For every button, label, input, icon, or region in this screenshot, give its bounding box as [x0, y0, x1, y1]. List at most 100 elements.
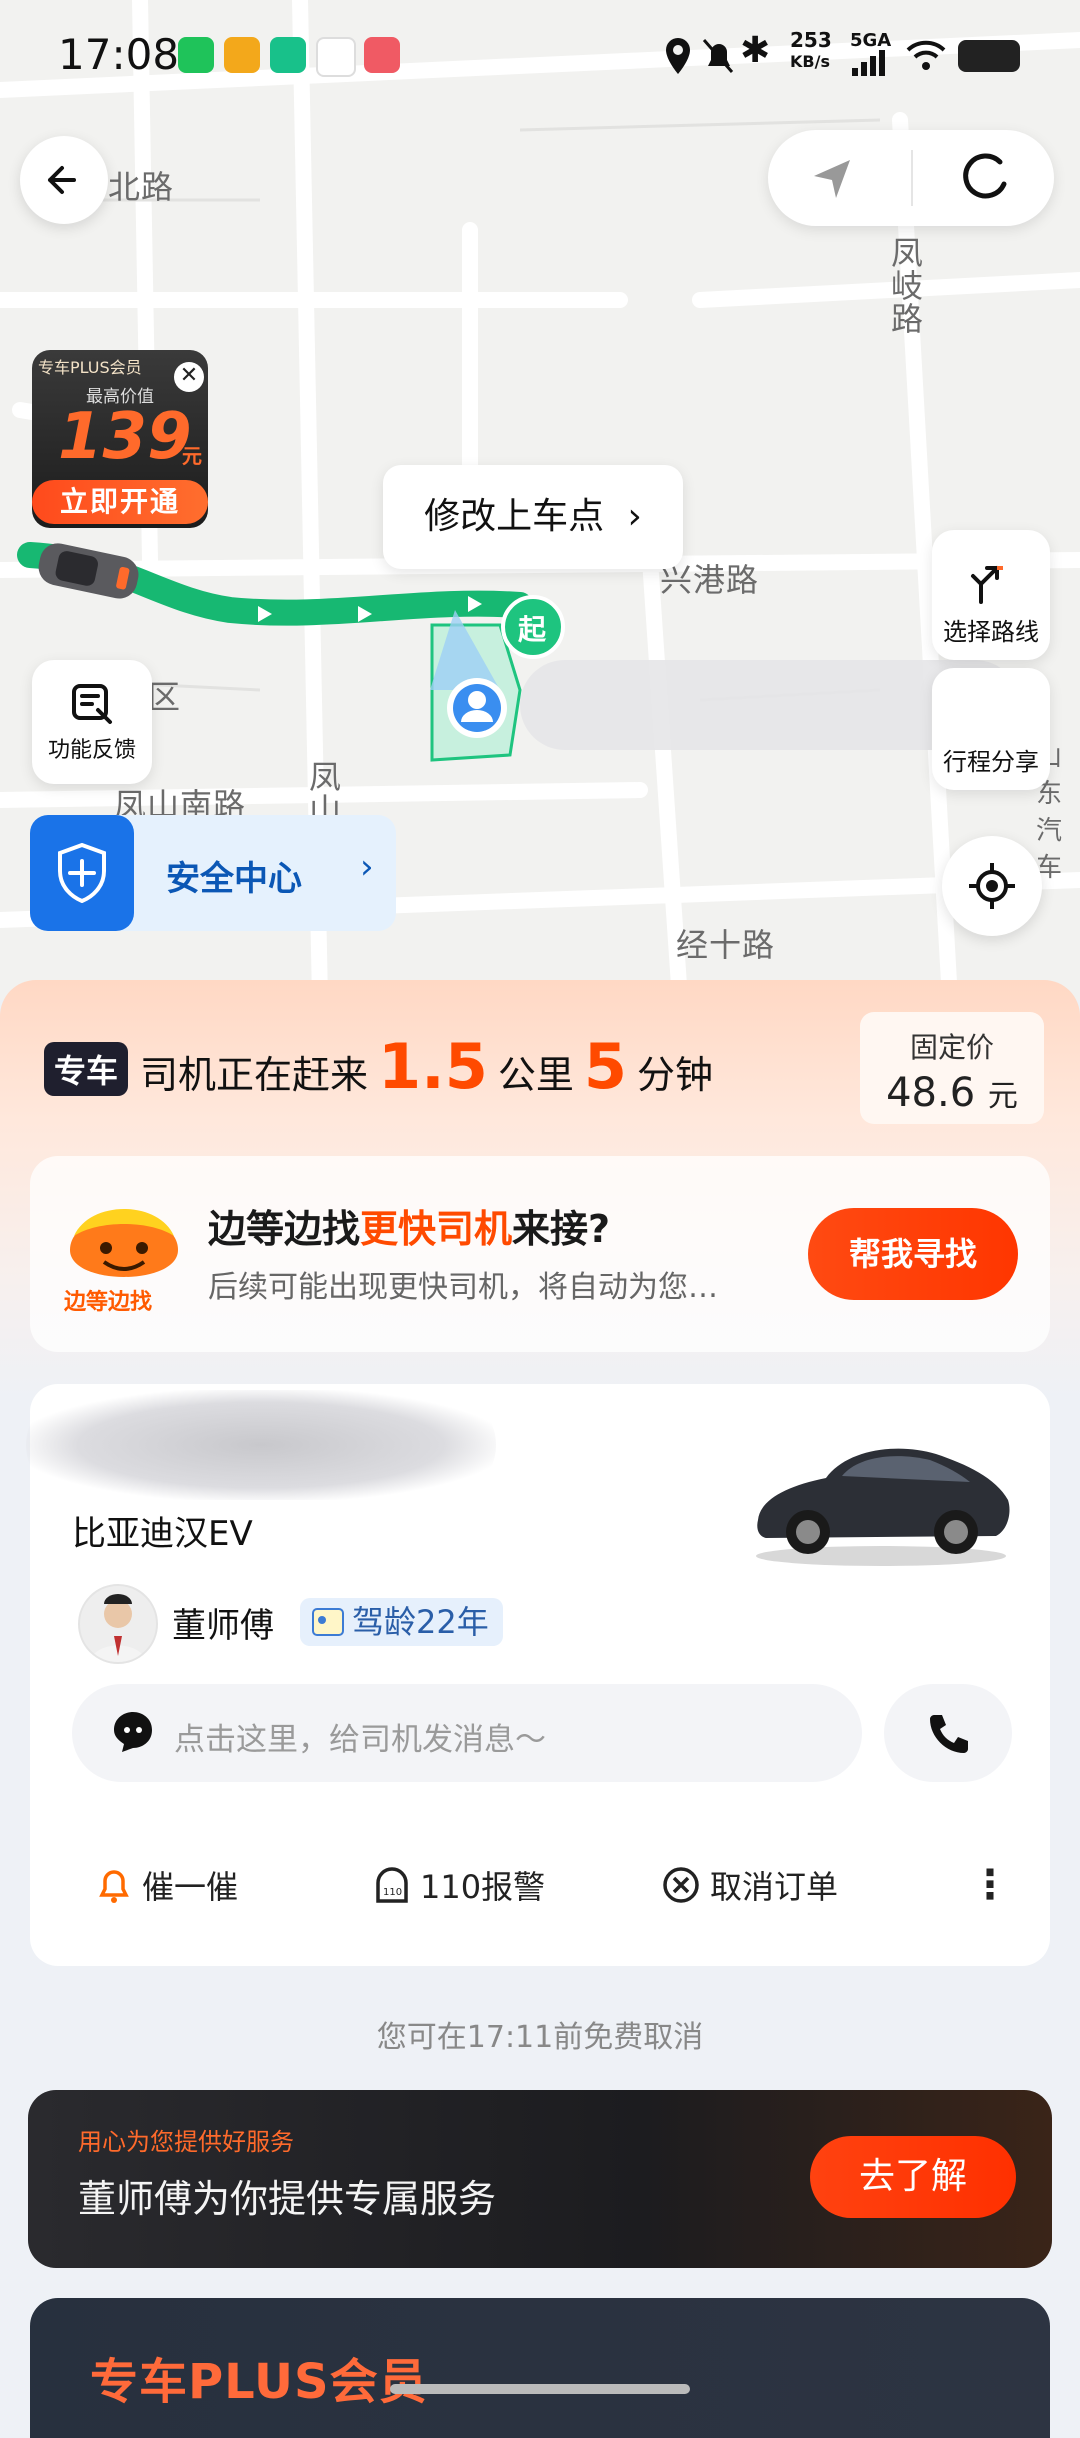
cancel-label: 取消订单: [710, 1868, 839, 1906]
mute-bell-icon: [702, 39, 734, 73]
app-icon: [270, 37, 306, 73]
clock: 17:08: [58, 30, 180, 79]
arrow-left-icon: [48, 166, 76, 194]
wait-and-find-card: 边等边找 边等边找更快司机来接? 后续可能出现更快司机，将自动为您… 帮我寻找: [30, 1156, 1050, 1352]
plus-banner-title: 专车PLUS会员: [90, 2354, 428, 2410]
feedback-button[interactable]: 功能反馈: [32, 660, 152, 784]
blurred-plate-number: [26, 1390, 496, 1500]
urge-driver-button[interactable]: 催一催: [96, 1862, 238, 1908]
plus-member-promo[interactable]: 专车PLUS会员 最高价值 139 元 立即开通 ✕: [32, 350, 208, 528]
plus-member-banner[interactable]: 专车PLUS会员: [30, 2298, 1050, 2438]
feedback-label: 功能反馈: [47, 738, 136, 763]
network-speed: 253 KB/s: [790, 28, 832, 71]
back-button[interactable]: [20, 136, 108, 224]
shield-icon: [30, 815, 134, 931]
refresh-button[interactable]: [956, 150, 1012, 210]
road-label: 北路: [108, 168, 175, 206]
fixed-price-value: 48.6: [886, 1070, 976, 1116]
wait-card-title: 边等边找更快司机来接?: [208, 1207, 611, 1251]
eta-unit: 分钟: [637, 1053, 714, 1097]
chevron-right-icon: ›: [627, 496, 642, 537]
edit-pickup-button[interactable]: 修改上车点 ›: [383, 465, 683, 569]
cancel-order-button[interactable]: 取消订单: [662, 1862, 838, 1908]
license-icon: [312, 1608, 344, 1636]
alarm-110-icon: 110: [376, 1867, 408, 1903]
app-icon: [224, 37, 260, 73]
close-icon[interactable]: ✕: [174, 362, 204, 392]
edit-pickup-label: 修改上车点: [424, 496, 605, 537]
location-icon: [666, 38, 690, 74]
home-indicator[interactable]: [390, 2384, 690, 2394]
feedback-icon: [72, 684, 112, 724]
help-me-find-button[interactable]: 帮我寻找: [808, 1208, 1018, 1300]
map-view[interactable]: 北路 凤岐路 兴港路 区 凤山南路 凤山 经十路 山东汽车 起 17:08 ✱ …: [0, 0, 1080, 1000]
learn-more-button[interactable]: 去了解: [810, 2136, 1016, 2218]
service-subtitle: 用心为您提供好服务: [78, 2128, 294, 2156]
call-driver-button[interactable]: [884, 1684, 1012, 1782]
cancel-circle-icon: [663, 1867, 699, 1903]
refresh-icon: [963, 153, 1007, 199]
network-type: 5GA: [850, 30, 892, 51]
map-app-icon: [316, 37, 356, 77]
promo-amount: 139: [58, 400, 192, 474]
signal-icon: [852, 50, 885, 76]
crosshair-icon: [969, 863, 1015, 909]
urge-label: 催一催: [142, 1868, 239, 1906]
fixed-price-unit: 元: [987, 1079, 1018, 1114]
road-label: 区: [148, 678, 182, 716]
app-icon: [364, 37, 400, 73]
eta-value: 5: [583, 1030, 628, 1103]
wait-find-logo-text: 边等边找: [64, 1290, 153, 1315]
service-title: 董师傅为你提供专属服务: [78, 2177, 497, 2221]
bluetooth-icon: ✱: [740, 30, 771, 71]
trip-status-line: 专车 司机正在赶来 1.5 公里 5 分钟: [44, 1030, 713, 1110]
chat-bubble-icon: [114, 1712, 152, 1752]
wifi-icon: [906, 40, 946, 70]
car-model: 比亚迪汉EV: [72, 1514, 253, 1554]
navigate-button[interactable]: [808, 154, 856, 206]
status-text: 司机正在赶来: [140, 1053, 369, 1097]
promo-unit: 元: [182, 444, 202, 468]
message-driver-input[interactable]: 点击这里，给司机发消息～: [72, 1684, 862, 1782]
fixed-price-box[interactable]: 固定价 48.6 元: [860, 1012, 1044, 1124]
promo-open-button[interactable]: 立即开通: [32, 480, 208, 524]
driver-avatar[interactable]: [78, 1584, 158, 1664]
battery-icon: [958, 40, 1020, 72]
distance-value: 1.5: [378, 1030, 488, 1103]
route-fork-icon: [971, 566, 1003, 604]
distance-unit: 公里: [497, 1053, 574, 1097]
phone-icon: [930, 1715, 968, 1753]
map-controls: [768, 130, 1054, 226]
road-label: 凤岐路: [886, 236, 924, 335]
driving-age-badge: 驾龄22年: [300, 1598, 503, 1646]
share-icon: [932, 668, 1050, 718]
driving-age-text: 驾龄22年: [352, 1603, 489, 1641]
trip-share-button[interactable]: 行程分享: [932, 668, 1050, 790]
more-options-icon[interactable]: ⋮: [970, 1862, 1010, 1908]
driver-service-banner[interactable]: 用心为您提供好服务 董师傅为你提供专属服务 去了解: [28, 2090, 1052, 2268]
wait-find-logo: 边等边找: [60, 1196, 188, 1316]
select-route-button[interactable]: 选择路线: [932, 530, 1050, 660]
fixed-price-label: 固定价: [909, 1031, 994, 1064]
driver-name: 董师傅: [172, 1606, 274, 1646]
police-label: 110报警: [420, 1868, 546, 1906]
locate-me-button[interactable]: [942, 836, 1042, 936]
promo-tag: 专车PLUS会员: [38, 358, 142, 377]
message-placeholder: 点击这里，给司机发消息～: [174, 1722, 546, 1758]
car-image: [756, 1448, 1010, 1566]
car-type-badge: 专车: [44, 1042, 129, 1096]
call-police-button[interactable]: 110 110报警: [374, 1862, 545, 1908]
chevron-right-icon: ›: [360, 847, 374, 887]
safety-center-button[interactable]: 安全中心 ›: [30, 815, 396, 931]
navigation-arrow-icon: [814, 160, 850, 198]
driver-card: 比亚迪汉EV 董师傅 驾龄22年 点击这里，给司机发消息～ 催一催 110 11…: [26, 1384, 1050, 1966]
select-route-label: 选择路线: [943, 618, 1039, 646]
start-marker-label: 起: [518, 613, 547, 646]
road-label: 经十路: [676, 926, 776, 964]
trip-share-label: 行程分享: [943, 748, 1039, 776]
svg-text:110: 110: [383, 1887, 402, 1898]
safety-center-label: 安全中心: [166, 859, 302, 899]
wait-card-desc: 后续可能出现更快司机，将自动为您…: [208, 1270, 718, 1305]
free-cancel-note: 您可在17:11前免费取消: [376, 2020, 704, 2055]
wechat-icon: [178, 37, 214, 73]
